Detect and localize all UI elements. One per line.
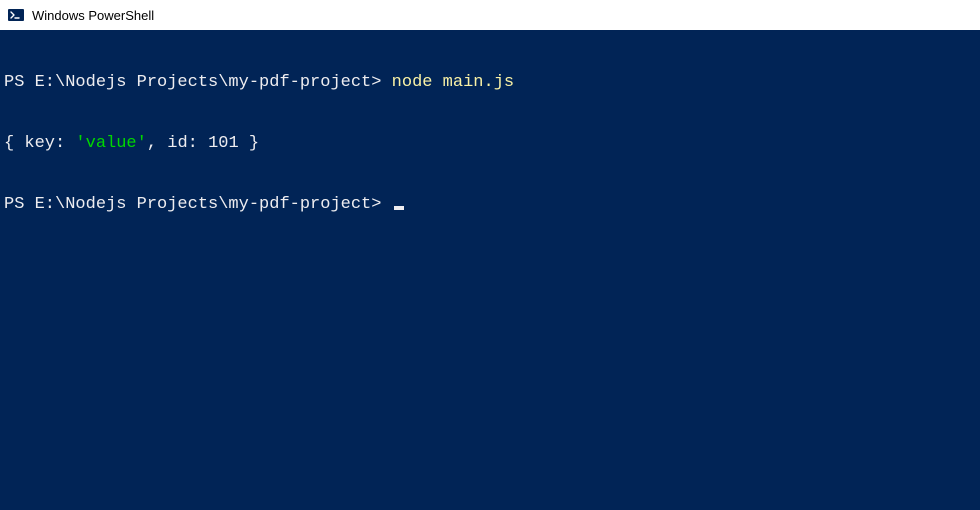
- prompt-text: PS E:\Nodejs Projects\my-pdf-project>: [4, 73, 392, 92]
- terminal-line-1: PS E:\Nodejs Projects\my-pdf-project> no…: [4, 73, 976, 93]
- cursor: [394, 206, 404, 210]
- output-number: 101: [208, 134, 239, 153]
- output-open: { key:: [4, 134, 75, 153]
- window-title: Windows PowerShell: [32, 8, 154, 23]
- terminal-line-3: PS E:\Nodejs Projects\my-pdf-project>: [4, 195, 976, 215]
- output-mid: , id:: [147, 134, 208, 153]
- prompt-text: PS E:\Nodejs Projects\my-pdf-project>: [4, 195, 392, 214]
- powershell-icon: [8, 7, 24, 23]
- output-string: 'value': [75, 134, 146, 153]
- powershell-window: Windows PowerShell PS E:\Nodejs Projects…: [0, 0, 980, 510]
- titlebar[interactable]: Windows PowerShell: [0, 0, 980, 30]
- command-text: node main.js: [392, 73, 514, 92]
- output-close: }: [239, 134, 259, 153]
- terminal-area[interactable]: PS E:\Nodejs Projects\my-pdf-project> no…: [0, 30, 980, 510]
- terminal-line-2: { key: 'value', id: 101 }: [4, 134, 976, 154]
